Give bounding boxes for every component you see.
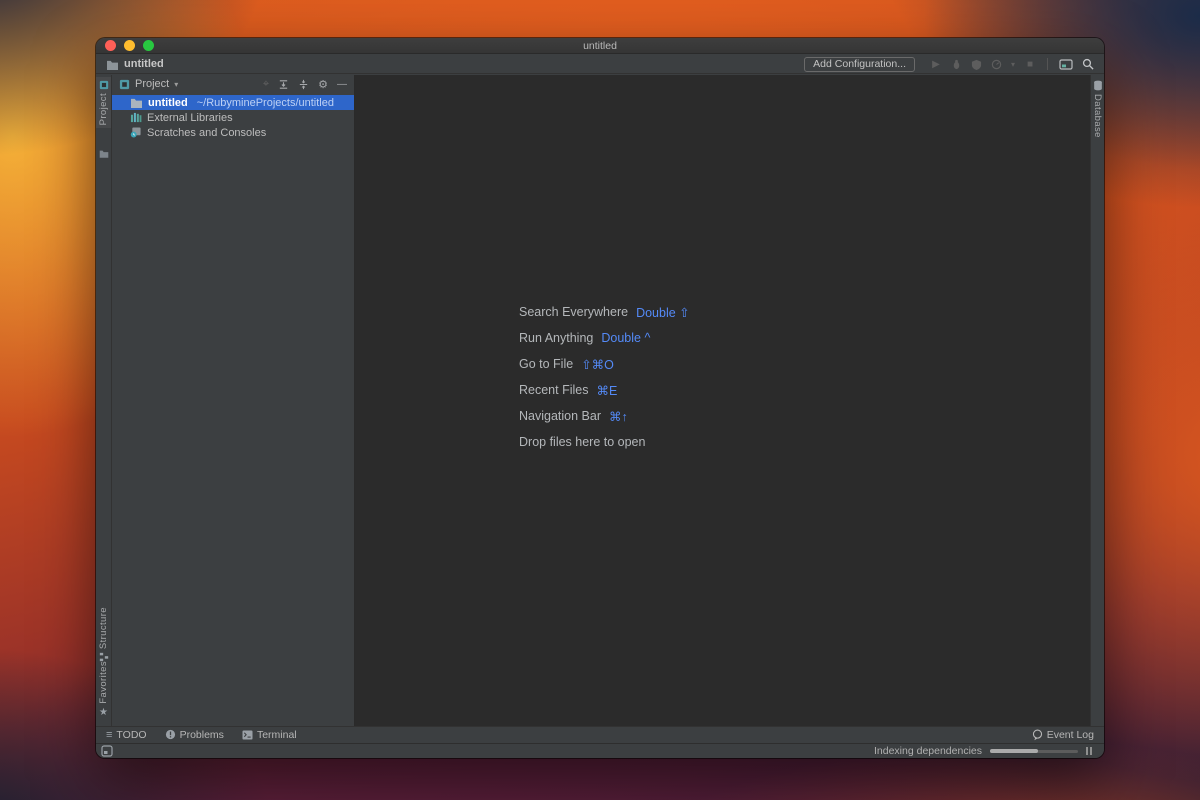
search-icon[interactable] bbox=[1082, 58, 1094, 70]
project-icon bbox=[119, 79, 130, 90]
shortcut-keys: Double ^ bbox=[601, 331, 651, 345]
event-log-label: Event Log bbox=[1046, 728, 1094, 741]
breadcrumb-label: untitled bbox=[124, 58, 164, 70]
profiler-icon[interactable] bbox=[991, 59, 1002, 70]
rubymine-window: untitled untitled Add Configuration... ▶… bbox=[96, 38, 1104, 758]
shortcut-action: Search Everywhere bbox=[519, 305, 629, 319]
tool-window-tab-problems[interactable]: Problems bbox=[165, 729, 224, 741]
bottom-tool-window-bar: ≡ TODO Problems Terminal Event Log bbox=[96, 726, 1104, 742]
tool-window-tab-event-log[interactable]: Event Log bbox=[1032, 729, 1094, 741]
locate-file-icon[interactable]: ⌖ bbox=[263, 78, 269, 91]
shortcut-row: Recent Files ⌘E bbox=[519, 377, 690, 403]
database-icon bbox=[1093, 80, 1103, 91]
tool-window-tab-database[interactable]: Database bbox=[1091, 80, 1104, 138]
project-tree: untitled ~/RubymineProjects/untitled Ext… bbox=[112, 93, 354, 140]
tree-row-scratches[interactable]: Scratches and Consoles bbox=[112, 125, 354, 140]
chevron-down-icon[interactable]: ▾ bbox=[1011, 60, 1015, 69]
main-area: Project Structure Favorites ★ Project ▾ … bbox=[96, 75, 1104, 726]
editor-area[interactable]: Search Everywhere Double ⇧ Run Anything … bbox=[355, 75, 1090, 726]
todo-label: TODO bbox=[116, 728, 147, 741]
tree-item-label: Scratches and Consoles bbox=[147, 126, 267, 139]
tool-window-tab-terminal[interactable]: Terminal bbox=[242, 729, 297, 741]
tool-window-tab-todo[interactable]: ≡ TODO bbox=[106, 729, 147, 741]
problems-icon bbox=[165, 729, 176, 740]
folder-mini-icon[interactable] bbox=[96, 149, 111, 158]
settings-gear-icon[interactable]: ⚙ bbox=[318, 78, 328, 91]
indexing-progress-bar bbox=[990, 749, 1078, 753]
tree-row-untitled[interactable]: untitled ~/RubymineProjects/untitled bbox=[112, 95, 354, 110]
hide-panel-icon[interactable]: — bbox=[337, 79, 347, 90]
collapse-all-icon[interactable] bbox=[298, 79, 309, 90]
terminal-label: Terminal bbox=[256, 728, 297, 741]
event-log-balloon-icon bbox=[1032, 728, 1043, 741]
shortcut-keys: ⌘E bbox=[596, 383, 618, 398]
shortcut-action: Go to File bbox=[519, 357, 574, 371]
shortcut-hints: Search Everywhere Double ⇧ Run Anything … bbox=[519, 299, 690, 455]
shortcut-action: Navigation Bar bbox=[519, 409, 601, 423]
indexing-progress-fill bbox=[990, 749, 1039, 753]
tree-item-label: External Libraries bbox=[147, 111, 233, 124]
tree-item-path: ~/RubymineProjects/untitled bbox=[196, 96, 334, 109]
shortcut-action: Run Anything bbox=[519, 331, 594, 345]
shortcut-keys: ⌘↑ bbox=[609, 409, 628, 424]
todo-list-icon: ≡ bbox=[106, 728, 113, 741]
stop-icon[interactable]: ■ bbox=[1024, 59, 1036, 70]
shortcut-row: Run Anything Double ^ bbox=[519, 325, 690, 351]
tree-row-external-libraries[interactable]: External Libraries bbox=[112, 110, 354, 125]
structure-tab-label: Structure bbox=[98, 607, 109, 650]
shortcut-row: Search Everywhere Double ⇧ bbox=[519, 299, 690, 325]
project-panel-header: Project ▾ ⌖ ⚙ — bbox=[112, 75, 354, 93]
scratches-icon bbox=[130, 127, 142, 138]
project-tool-window: Project ▾ ⌖ ⚙ — untitled ~/RubymineProje… bbox=[112, 75, 355, 726]
tool-window-tab-structure[interactable]: Structure bbox=[96, 607, 111, 662]
coverage-icon[interactable] bbox=[971, 59, 982, 70]
add-configuration-button[interactable]: Add Configuration... bbox=[804, 56, 915, 72]
tool-window-switcher-icon[interactable] bbox=[101, 745, 113, 757]
shortcut-row: Go to File ⇧⌘O bbox=[519, 351, 690, 377]
tool-window-tab-favorites[interactable]: Favorites ★ bbox=[96, 661, 111, 718]
project-panel-title[interactable]: Project bbox=[135, 78, 169, 90]
problems-label: Problems bbox=[179, 728, 224, 741]
project-view-chevron-icon[interactable]: ▾ bbox=[174, 80, 178, 89]
terminal-icon bbox=[242, 729, 253, 740]
expand-all-icon[interactable] bbox=[278, 79, 289, 90]
indexing-status-label: Indexing dependencies bbox=[873, 745, 982, 757]
debug-icon[interactable] bbox=[951, 59, 962, 70]
shortcut-action: Recent Files bbox=[519, 383, 589, 397]
pause-indexing-icon[interactable] bbox=[1086, 747, 1092, 755]
favorites-tab-label: Favorites bbox=[98, 661, 109, 704]
folder-icon bbox=[130, 97, 143, 108]
folder-icon bbox=[106, 59, 119, 70]
project-tab-icon bbox=[99, 80, 109, 90]
run-icon[interactable]: ▶ bbox=[930, 59, 942, 70]
right-tool-window-bar: Database bbox=[1090, 75, 1104, 726]
title-bar[interactable]: untitled bbox=[96, 38, 1104, 54]
main-toolbar: untitled Add Configuration... ▶ ▾ ■ bbox=[96, 55, 1104, 74]
tree-item-label: untitled bbox=[148, 96, 188, 109]
breadcrumb[interactable]: untitled bbox=[106, 58, 164, 70]
shortcut-action: Drop files here to open bbox=[519, 435, 646, 449]
toolbar-separator bbox=[1047, 58, 1048, 70]
left-tool-window-bar: Project Structure Favorites ★ bbox=[96, 75, 112, 726]
database-tab-label: Database bbox=[1092, 94, 1103, 138]
status-bar: Indexing dependencies bbox=[96, 743, 1104, 758]
favorites-star-icon: ★ bbox=[99, 707, 108, 718]
project-tab-label: Project bbox=[98, 93, 109, 126]
tool-window-layout-icon[interactable] bbox=[1059, 58, 1073, 70]
shortcut-keys: Double ⇧ bbox=[636, 305, 690, 320]
shortcut-keys: ⇧⌘O bbox=[581, 357, 614, 372]
shortcut-row: Navigation Bar ⌘↑ bbox=[519, 403, 690, 429]
tool-window-tab-project[interactable]: Project bbox=[96, 77, 111, 129]
window-title: untitled bbox=[583, 39, 617, 52]
libraries-icon bbox=[130, 112, 142, 123]
shortcut-row: Drop files here to open bbox=[519, 429, 690, 455]
